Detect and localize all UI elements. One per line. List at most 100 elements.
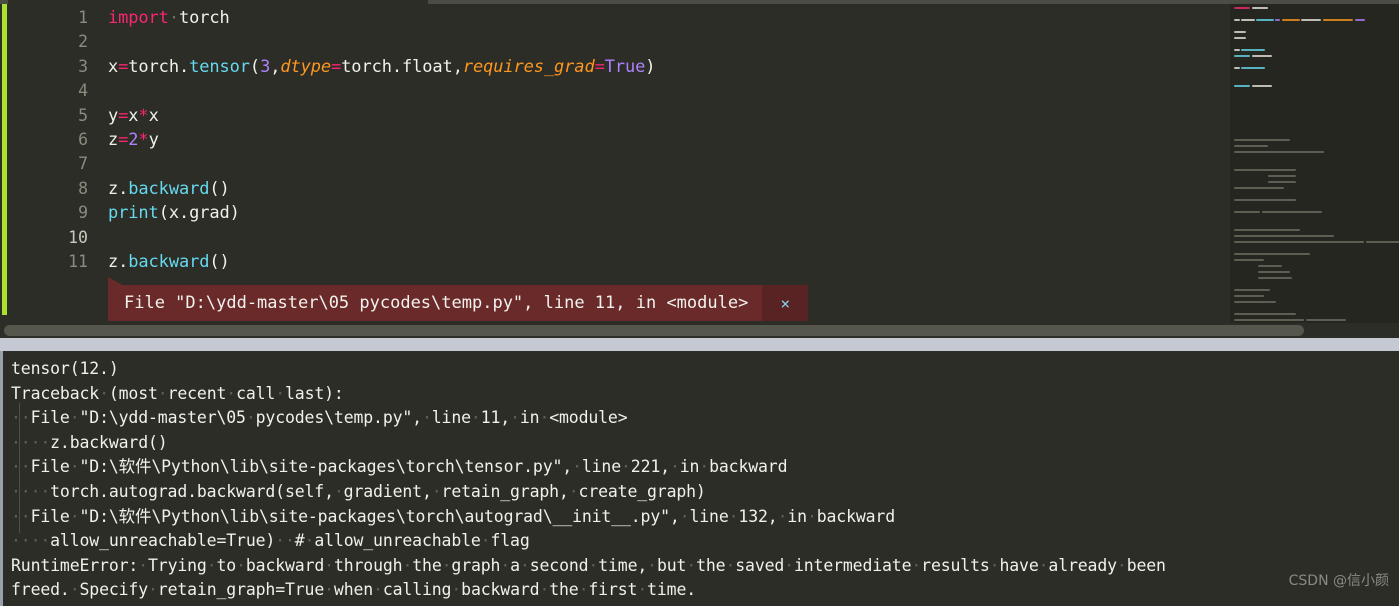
whitespace-marker: · xyxy=(911,555,922,575)
console-text: "D:\ydd-master\05 xyxy=(79,408,246,428)
code-token: (x.grad) xyxy=(158,203,240,224)
code-line[interactable]: x=torch.tensor(3,dtype=torch.float,requi… xyxy=(108,55,656,79)
code-token: = xyxy=(118,56,129,77)
line-number[interactable]: 2 xyxy=(0,30,88,54)
code-token: requires_grad xyxy=(462,56,595,77)
minimap-line-segment xyxy=(1234,211,1260,213)
whitespace-marker: · xyxy=(519,555,530,575)
code-token: z xyxy=(108,178,119,199)
whitespace-marker: · xyxy=(1116,555,1127,575)
console-text: (most xyxy=(108,383,158,403)
console-line: ····torch.autograd.backward(self,·gradie… xyxy=(11,480,706,505)
code-line[interactable]: print(x.grad) xyxy=(108,201,240,225)
console-text: time, xyxy=(598,555,648,575)
console-text: flag xyxy=(490,531,530,551)
console-text: backward xyxy=(461,580,540,600)
code-token: torch xyxy=(178,8,230,28)
whitespace-marker: · xyxy=(725,555,736,575)
editor-line-number-gutter[interactable]: 1 2 3 4 5 6 7 8 9 10 11 xyxy=(0,6,100,316)
console-line: ··File·"D:\ydd-master\05·pycodes\temp.py… xyxy=(11,406,628,431)
console-text: Trying xyxy=(148,555,207,575)
console-text: first xyxy=(588,580,638,600)
line-number[interactable]: 11 xyxy=(0,250,88,274)
whitespace-marker: · xyxy=(989,555,1000,575)
line-number[interactable]: 10 xyxy=(0,225,100,251)
code-token: torch xyxy=(128,56,179,77)
close-icon[interactable]: × xyxy=(762,285,809,321)
watermark: CSDN @信小颜 xyxy=(1288,573,1389,589)
line-number[interactable]: 1 xyxy=(0,6,88,30)
code-line[interactable]: z=2*y xyxy=(108,128,159,152)
editor-horizontal-scrollbar-thumb[interactable] xyxy=(4,325,1304,336)
console-text: RuntimeError: xyxy=(11,555,139,575)
whitespace-marker: · xyxy=(669,457,680,477)
code-token: 3 xyxy=(260,56,271,77)
code-line[interactable]: z.backward() xyxy=(108,177,230,201)
whitespace-marker: · xyxy=(138,555,148,575)
code-line[interactable]: y=x*x xyxy=(108,104,159,128)
whitespace-marker: ···· xyxy=(11,531,51,551)
console-text: allow_unreachable xyxy=(314,531,481,551)
code-token: · xyxy=(168,8,179,28)
code-token: = xyxy=(331,56,342,77)
whitespace-marker: · xyxy=(69,506,80,526)
minimap-line-segment xyxy=(1258,265,1282,267)
whitespace-marker: · xyxy=(324,580,334,600)
console-text: retain_graph, xyxy=(441,482,569,501)
line-number[interactable]: 8 xyxy=(0,177,88,201)
whitespace-marker: · xyxy=(373,580,383,600)
code-line[interactable]: import·torch xyxy=(108,6,230,30)
whitespace-marker: · xyxy=(324,555,334,575)
console-text: line xyxy=(581,457,621,477)
minimap-line-segment xyxy=(1241,67,1265,69)
console-text: 132, xyxy=(738,506,778,526)
minimap-line-segment xyxy=(1252,7,1268,9)
whitespace-marker: · xyxy=(226,383,237,403)
code-token: torch xyxy=(341,56,392,77)
minimap-line-segment xyxy=(1234,241,1364,243)
console-text: freed. xyxy=(11,580,70,600)
line-number[interactable]: 9 xyxy=(0,201,88,225)
editor-code-area[interactable]: import·torch x=torch.tensor(3,dtype=torch… xyxy=(108,6,1228,316)
console-text: through xyxy=(333,555,403,575)
console-text: File xyxy=(30,457,70,477)
whitespace-marker: ···· xyxy=(11,432,51,452)
code-token: x xyxy=(108,56,119,77)
console-text: Specify xyxy=(79,580,149,600)
whitespace-marker: · xyxy=(451,580,462,600)
code-token: y xyxy=(148,130,159,150)
whitespace-marker: ·· xyxy=(11,506,31,526)
line-number[interactable]: 4 xyxy=(0,79,88,103)
whitespace-marker: · xyxy=(806,506,817,526)
console-text: second xyxy=(529,555,589,575)
code-token: . xyxy=(118,178,129,199)
console-line: ····allow_unreachable=True)··#·allow_unr… xyxy=(11,529,530,554)
console-text: tensor(12.) xyxy=(11,359,119,378)
whitespace-marker: · xyxy=(480,531,491,551)
console-output-pane[interactable]: tensor(12.) Traceback·(most·recent·call·l… xyxy=(0,351,1399,606)
console-text: retain_graph=True xyxy=(157,580,325,600)
line-number[interactable]: 6 xyxy=(0,128,88,152)
minimap-line-segment xyxy=(1234,301,1276,303)
console-text: z.backward() xyxy=(50,432,168,452)
console-text: a xyxy=(510,555,520,575)
line-number[interactable]: 5 xyxy=(0,104,88,128)
console-text: when xyxy=(333,580,374,600)
code-token: z xyxy=(108,130,119,150)
editor-minimap[interactable] xyxy=(1230,4,1399,323)
line-number[interactable]: 3 xyxy=(0,55,88,79)
error-tooltip[interactable]: File "D:\ydd-master\05 pycodes\temp.py",… xyxy=(108,285,809,321)
code-token: . xyxy=(118,252,129,272)
console-line: ··File·"D:\软件\Python\lib\site-packages\t… xyxy=(11,505,895,530)
code-line[interactable]: z.backward() xyxy=(108,250,230,274)
console-text: to xyxy=(216,555,237,575)
code-token: z xyxy=(108,252,119,272)
code-token: x xyxy=(128,105,139,126)
line-number[interactable]: 7 xyxy=(0,152,88,176)
pane-divider[interactable] xyxy=(0,338,1399,351)
console-text: in xyxy=(519,408,540,428)
minimap-line-segment xyxy=(1234,199,1296,201)
code-token: y xyxy=(108,105,119,126)
minimap-line-segment xyxy=(1234,295,1264,297)
console-text: File xyxy=(30,408,70,428)
